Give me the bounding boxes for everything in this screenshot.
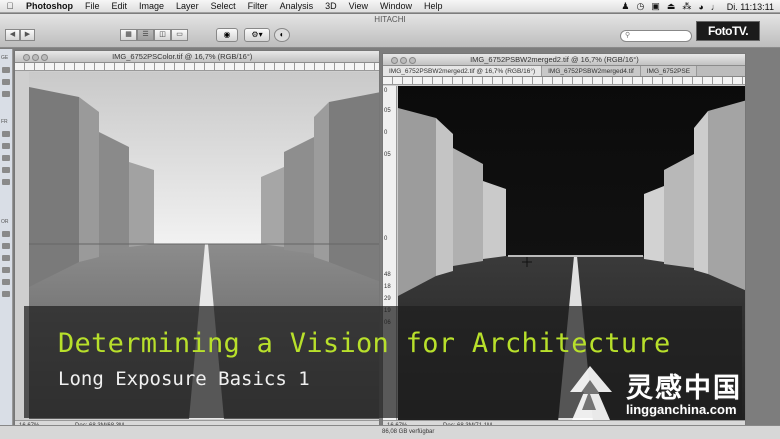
menu-view[interactable]: View: [343, 1, 374, 11]
ruler-mark: 0: [384, 236, 388, 242]
menu-file[interactable]: File: [79, 1, 106, 11]
horizontal-ruler: [383, 77, 745, 85]
watermark: 灵感中国 lingganchina.com: [560, 358, 775, 428]
menu-filter[interactable]: Filter: [242, 1, 274, 11]
apple-icon[interactable]: : [0, 1, 20, 11]
sidebar-label-devices: GE: [1, 55, 9, 61]
menu-help[interactable]: Help: [418, 1, 449, 11]
action-button[interactable]: ⚙▾: [244, 28, 270, 42]
menu-image[interactable]: Image: [133, 1, 170, 11]
video-subtitle: Long Exposure Basics 1: [58, 368, 310, 390]
search-icon: ⚲: [625, 32, 631, 39]
gear-icon: ⚙▾: [251, 30, 263, 39]
sync-icon[interactable]: ◷: [636, 1, 644, 12]
eye-icon: ◉: [223, 30, 231, 39]
disc-icon: ◐: [279, 30, 285, 39]
eject-icon[interactable]: ⏏: [667, 1, 676, 12]
clock[interactable]: Di. 11:13:11: [727, 2, 774, 12]
document-title: IMG_6752PSBW2merged2.tif @ 16,7% (RGB/16…: [470, 55, 639, 64]
minimize-window-icon[interactable]: [32, 53, 39, 61]
back-button[interactable]: ◀: [5, 29, 20, 41]
folder-icon[interactable]: [2, 279, 10, 285]
video-title: Determining a Vision for Architecture: [58, 328, 671, 359]
folder-icon[interactable]: [2, 243, 10, 249]
drive-icon[interactable]: [2, 67, 10, 73]
menu-select[interactable]: Select: [205, 1, 242, 11]
close-window-icon[interactable]: [391, 56, 398, 64]
tab-merged4[interactable]: IMG_6752PSBW2merged4.tif: [542, 66, 641, 76]
drive-icon[interactable]: [2, 91, 10, 97]
ruler-mark: 29: [384, 296, 391, 302]
ruler-mark: 0: [384, 88, 388, 94]
wifi-icon[interactable]: ◕: [698, 2, 703, 12]
drive-icon[interactable]: [2, 79, 10, 85]
watermark-chinese: 灵感中国: [626, 373, 742, 403]
tab-pse[interactable]: IMG_6752PSE: [640, 66, 698, 76]
menu-analysis[interactable]: Analysis: [274, 1, 320, 11]
quicklook-button[interactable]: ◉: [216, 28, 238, 42]
document-title-bar[interactable]: IMG_6752PSColor.tif @ 16,7% (RGB/16°): [15, 51, 379, 63]
ruler-mark: 05: [384, 108, 391, 114]
close-window-icon[interactable]: [23, 53, 30, 61]
search-field[interactable]: ⚲: [620, 30, 692, 42]
zoom-window-icon[interactable]: [41, 53, 48, 61]
coverflow-view-button[interactable]: ▭: [171, 29, 188, 41]
view-buttons: ▦ ☰ ◫ ▭: [120, 29, 188, 41]
bluetooth-icon[interactable]: ⁂: [682, 1, 691, 12]
ruler-mark: 48: [384, 272, 391, 278]
zoom-window-icon[interactable]: [409, 56, 416, 64]
burn-button[interactable]: ◐: [274, 28, 290, 42]
finder-sidebar: GE FR OR: [0, 49, 13, 439]
folder-icon[interactable]: [2, 267, 10, 273]
watermark-url: lingganchina.com: [626, 402, 737, 417]
column-view-button[interactable]: ◫: [154, 29, 171, 41]
icon-view-button[interactable]: ▦: [120, 29, 137, 41]
ruler-mark: 05: [384, 152, 391, 158]
menu-window[interactable]: Window: [374, 1, 418, 11]
forward-button[interactable]: ▶: [20, 29, 35, 41]
network-icon[interactable]: [2, 155, 10, 161]
horizontal-ruler: [15, 63, 379, 71]
network-icon[interactable]: [2, 143, 10, 149]
nav-buttons: ◀ ▶: [5, 29, 35, 41]
watermark-logo-icon: [570, 366, 612, 420]
document-tabs: IMG_6752PSBW2merged2.tif @ 16,7% (RGB/16…: [383, 66, 745, 77]
network-icon[interactable]: [2, 131, 10, 137]
sidebar-label-shared: FR: [1, 119, 8, 125]
sidebar-label-places: OR: [1, 219, 9, 225]
document-title-bar[interactable]: IMG_6752PSBW2merged2.tif @ 16,7% (RGB/16…: [383, 54, 745, 66]
minimize-window-icon[interactable]: [400, 56, 407, 64]
fototv-logo: FotoTV.: [696, 21, 760, 41]
tab-merged2[interactable]: IMG_6752PSBW2merged2.tif @ 16,7% (RGB/16…: [383, 66, 543, 76]
folder-icon[interactable]: [2, 231, 10, 237]
volume-icon[interactable]: ♩: [711, 2, 720, 12]
menu-bar:  Photoshop File Edit Image Layer Select…: [0, 0, 780, 13]
finder-toolbar: HITACHI ◀ ▶ ▦ ☰ ◫ ▭ ◉ ⚙▾ ◐ ⚲: [0, 14, 780, 48]
menu-3d[interactable]: 3D: [319, 1, 343, 11]
screen:  Photoshop File Edit Image Layer Select…: [0, 0, 780, 439]
ruler-mark: 0: [384, 130, 388, 136]
network-icon[interactable]: [2, 167, 10, 173]
list-view-button[interactable]: ☰: [137, 29, 154, 41]
network-icon[interactable]: [2, 179, 10, 185]
finder-window-title: HITACHI: [374, 15, 406, 24]
menu-layer[interactable]: Layer: [170, 1, 205, 11]
user-icon[interactable]: ♟: [621, 1, 629, 12]
folder-icon[interactable]: [2, 291, 10, 297]
document-title: IMG_6752PSColor.tif @ 16,7% (RGB/16°): [112, 52, 253, 61]
folder-icon[interactable]: [2, 255, 10, 261]
disk-space: 86,08 GB verfügbar: [382, 429, 435, 435]
menu-edit[interactable]: Edit: [106, 1, 134, 11]
status-menus: ♟ ◷ ▣ ⏏ ⁂ ◕ ♩ Di. 11:13:11: [621, 0, 774, 13]
app-menu[interactable]: Photoshop: [20, 1, 79, 11]
display-icon[interactable]: ▣: [651, 1, 660, 12]
ruler-mark: 18: [384, 284, 391, 290]
